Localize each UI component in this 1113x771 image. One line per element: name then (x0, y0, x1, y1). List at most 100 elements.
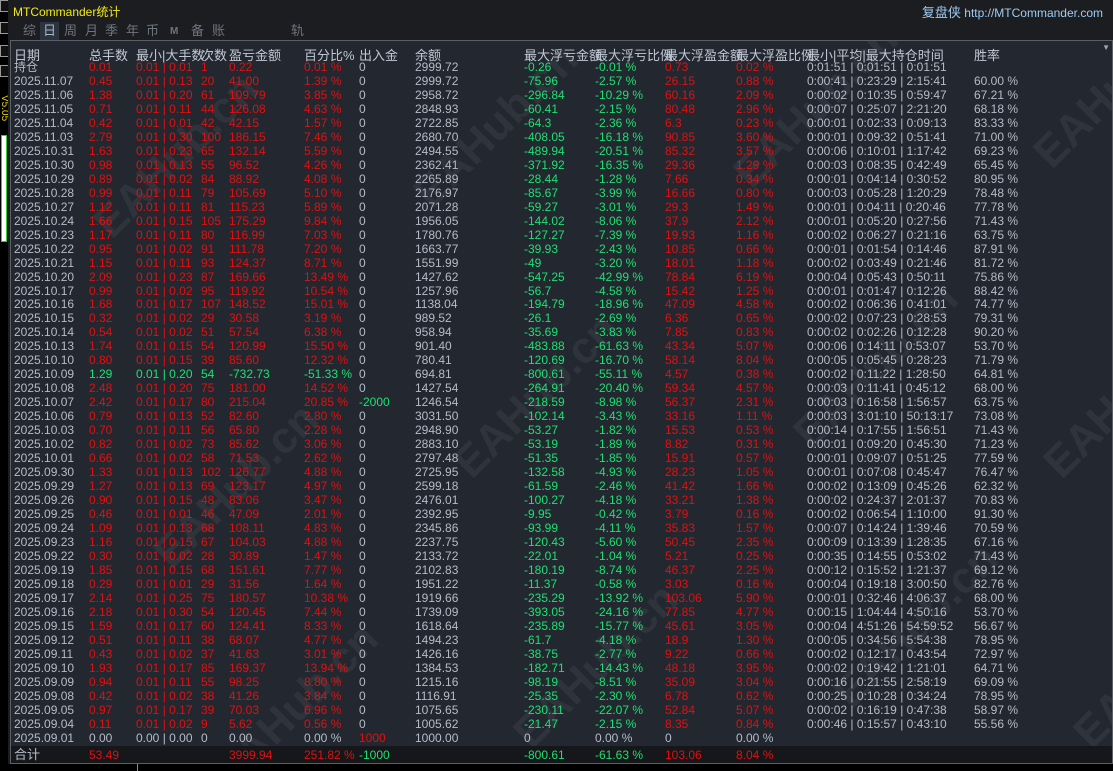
column-header[interactable]: 最大浮亏金额 (524, 45, 602, 63)
table-row[interactable]: 2025.09.17 2.14 0.01 | 0.25 75 180.57 10.38 %… (11, 591, 1112, 605)
column-header[interactable]: 盈亏金额 (229, 45, 281, 63)
table-row[interactable]: 2025.11.03 2.79 0.01 | 0.30 100 186.15 7.46 %… (11, 130, 1112, 144)
column-header[interactable]: 总手数 (89, 45, 128, 63)
cell-min-max-lots: 0.01 | 0.02 (136, 311, 193, 326)
column-header[interactable]: 百分比% (304, 45, 355, 63)
table-row[interactable]: 2025.10.20 2.09 0.01 | 0.23 87 169.66 13.49 %… (11, 270, 1112, 284)
table-row[interactable]: 2025.10.28 0.99 0.01 | 0.11 79 105.69 5.10 % 0… (11, 186, 1112, 200)
table-row[interactable]: 2025.09.01 0.00 0.00 | 0.00 0 0.00 0.00 % 1000… (11, 731, 1112, 745)
table-row[interactable]: 2025.10.30 0.98 0.01 | 0.13 55 96.52 4.26 % 0 2… (11, 158, 1112, 172)
cell-trades: 42 (201, 115, 215, 130)
table-row[interactable]: 2025.10.03 0.70 0.01 | 0.11 56 65.80 2.28 % 0 2… (11, 423, 1112, 437)
table-row[interactable]: 2025.10.07 2.42 0.01 | 0.17 80 215.04 20.85 %… (11, 395, 1112, 409)
tab-1[interactable]: 日 (40, 22, 60, 40)
tab-2[interactable]: 周 (61, 22, 80, 40)
table-row[interactable]: 2025.10.27 1.12 0.01 | 0.11 81 115.23 5.89 % 0… (11, 200, 1112, 214)
table-row[interactable]: 2025.10.02 0.82 0.01 | 0.02 73 85.62 3.06 % 0 2… (11, 437, 1112, 451)
brand-url[interactable]: http://MTCommander.com (964, 6, 1103, 20)
table-row[interactable]: 2025.10.09 1.29 0.01 | 0.20 54 -732.73 -51.33… (11, 367, 1112, 381)
tab-7[interactable]: M (167, 23, 181, 41)
cell-pnl-pct: 5.10 % (304, 185, 342, 200)
cell-max-float-loss-pct: -3.83 % (595, 325, 637, 340)
cell-max-float-profit: 9.22 (665, 646, 689, 661)
table-row[interactable]: 2025.11.04 0.42 0.01 | 0.01 42 42.15 1.57 % 0 2… (11, 116, 1112, 130)
tab-6[interactable]: 币 (143, 22, 162, 40)
tab-4[interactable]: 季 (102, 22, 121, 40)
cell-pnl: 175.29 (229, 213, 266, 228)
table-row[interactable]: 2025.09.08 0.42 0.01 | 0.02 38 41.26 3.84 % 0 1… (11, 689, 1112, 703)
cell-win-rate: 53.70 % (974, 339, 1019, 354)
table-row[interactable]: 2025.09.23 1.16 0.01 | 0.15 67 104.03 4.88 % 0… (11, 535, 1112, 549)
cell-hold-time: 0:00:01 | 0:07:08 | 0:45:47 (807, 465, 947, 480)
table-row[interactable]: 2025.10.06 0.79 0.01 | 0.13 52 82.60 2.80 % 0 3… (11, 409, 1112, 423)
table-row[interactable]: 2025.09.29 1.27 0.01 | 0.13 69 123.17 4.97 % 0… (11, 479, 1112, 493)
tab-5[interactable]: 年 (123, 22, 142, 40)
table-row[interactable]: 2025.09.10 1.93 0.01 | 0.17 85 169.37 13.94 %… (11, 661, 1112, 675)
cell-trades: 37 (201, 646, 215, 661)
table-row[interactable]: 2025.09.16 2.18 0.01 | 0.30 54 120.45 7.44 % 0… (11, 605, 1112, 619)
cell-win-rate: 55.56 % (974, 716, 1019, 731)
table-row[interactable]: 2025.10.23 1.17 0.01 | 0.11 80 116.99 7.03 % 0… (11, 228, 1112, 242)
cell-max-float-loss-pct: -2.77 % (595, 646, 637, 661)
table-row[interactable]: 2025.09.09 0.94 0.01 | 0.11 55 98.25 8.80 % 0 1… (11, 675, 1112, 689)
column-header[interactable]: 最大浮盈金额 (665, 45, 743, 63)
scroll-down-icon[interactable]: ▼ (1102, 43, 1110, 52)
column-header[interactable]: 出入金 (359, 45, 398, 63)
table-row[interactable]: 2025.10.15 0.32 0.01 | 0.02 29 30.58 3.19 % 0 9… (11, 311, 1112, 325)
cell-max-float-profit-pct: 1.38 % (736, 493, 774, 508)
cell-balance: 2680.70 (415, 129, 459, 144)
table-row[interactable]: 2025.09.22 0.30 0.01 | 0.02 28 30.89 1.47 % 0 2… (11, 549, 1112, 563)
table-row[interactable]: 2025.09.05 0.97 0.01 | 0.17 39 70.03 6.96 % 0 1… (11, 703, 1112, 717)
table-row[interactable]: 2025.10.31 1.63 0.01 | 0.23 65 132.14 5.59 % 0… (11, 144, 1112, 158)
table-row[interactable]: 2025.10.13 1.74 0.01 | 0.15 54 120.99 15.50 %… (11, 339, 1112, 353)
table-row[interactable]: 2025.10.22 0.95 0.01 | 0.02 91 111.78 7.20 % 0… (11, 242, 1112, 256)
column-header[interactable]: 最小|大手数 (136, 45, 204, 63)
table-row[interactable]: 2025.10.29 0.89 0.01 | 0.02 84 88.92 4.08 % 0 2… (11, 172, 1112, 186)
table-row[interactable]: 2025.09.24 1.09 0.01 | 0.13 68 108.11 4.83 % 0… (11, 521, 1112, 535)
tab-3[interactable]: 月 (82, 22, 101, 40)
table-row[interactable]: 2025.11.07 0.45 0.01 | 0.13 20 41.00 1.39 % 0 2… (11, 74, 1112, 88)
cell-min-max-lots: 0.01 | 0.02 (136, 437, 193, 452)
brand-link[interactable]: 复盘侠 http://MTCommander.com (922, 2, 1103, 21)
column-header[interactable]: 次数 (201, 45, 227, 63)
table-row[interactable]: 2025.10.16 1.68 0.01 | 0.17 107 148.52 15.01 … (11, 297, 1112, 311)
brand-name: 复盘侠 (921, 5, 961, 20)
column-header[interactable]: 最大浮亏比例 (595, 45, 673, 63)
cell-max-float-loss-pct: -8.51 % (595, 674, 637, 689)
table-row[interactable]: 持仓 0.01 0.01 | 0.01 1 0.22 0.01 % 0 2999.72 -0.2… (11, 60, 1112, 74)
table-row[interactable]: 2025.09.30 1.33 0.01 | 0.13 102 126.77 4.88 %… (11, 465, 1112, 479)
table-row[interactable]: 2025.09.11 0.43 0.01 | 0.02 37 41.63 3.01 % 0 1… (11, 647, 1112, 661)
table-row[interactable]: 2025.11.06 1.38 0.01 | 0.20 61 109.79 3.85 % 0… (11, 88, 1112, 102)
table-row[interactable]: 2025.09.15 1.59 0.01 | 0.17 60 124.41 8.33 % 0… (11, 619, 1112, 633)
table-row[interactable]: 2025.10.17 0.99 0.01 | 0.02 95 119.92 10.54 %… (11, 284, 1112, 298)
table-row[interactable]: 2025.09.19 1.85 0.01 | 0.15 68 151.61 7.77 % 0… (11, 563, 1112, 577)
cell-max-float-loss-pct: -20.51 % (595, 143, 644, 158)
table-row[interactable]: 2025.10.10 0.80 0.01 | 0.15 39 85.60 12.32 % 0… (11, 353, 1112, 367)
tab-0[interactable]: 综 (20, 22, 39, 40)
table-row[interactable]: 2025.10.21 1.15 0.01 | 0.11 93 124.37 8.71 % 0… (11, 256, 1112, 270)
cell-pnl-pct: 2.62 % (304, 451, 342, 466)
column-header[interactable]: 最大浮盈比例 (736, 45, 814, 63)
cell-max-float-loss-pct: -2.43 % (595, 241, 637, 256)
cell-hold-time: 0:00:01 | 0:32:46 | 4:06:37 (807, 590, 947, 605)
table-row[interactable]: 2025.09.26 0.90 0.01 | 0.15 48 83.06 3.47 % 0 2… (11, 493, 1112, 507)
cell-pnl-pct: 9.84 % (304, 213, 342, 228)
table-row[interactable]: 2025.10.14 0.54 0.01 | 0.02 51 57.54 6.38 % 0 9… (11, 325, 1112, 339)
column-header[interactable]: 日期 (14, 45, 40, 63)
table-row[interactable]: 2025.10.24 1.66 0.01 | 0.15 105 175.29 9.84 %… (11, 214, 1112, 228)
table-row[interactable]: 2025.09.25 0.46 0.01 | 0.01 46 47.09 2.01 % 0 2… (11, 507, 1112, 521)
cell-max-float-loss: -51.35 (524, 451, 559, 466)
tab-8[interactable]: 备 (188, 22, 207, 40)
table-row[interactable]: 2025.10.01 0.66 0.01 | 0.02 58 71.53 2.62 % 0 2… (11, 451, 1112, 465)
table-row[interactable]: 2025.10.08 2.48 0.01 | 0.20 75 181.00 14.52 %… (11, 381, 1112, 395)
table-row[interactable]: 2025.09.12 0.51 0.01 | 0.11 38 68.07 4.77 % 0 1… (11, 633, 1112, 647)
table-row[interactable]: 2025.09.18 0.29 0.01 | 0.01 29 31.56 1.64 % 0 1… (11, 577, 1112, 591)
cell-date: 2025.10.09 (14, 367, 75, 382)
table-row[interactable]: 2025.09.04 0.11 0.01 | 0.02 9 5.62 0.56 % 0 100… (11, 717, 1112, 731)
cell-deposit: 0 (359, 562, 366, 577)
column-header[interactable]: 胜率 (974, 45, 1000, 63)
column-header[interactable]: 余额 (415, 45, 441, 63)
cell-lots: 1.93 (89, 660, 113, 675)
column-header[interactable]: 最小|平均|最大持仓时间 (807, 45, 944, 63)
table-row[interactable]: 2025.11.05 0.71 0.01 | 0.11 44 126.08 4.63 % 0… (11, 102, 1112, 116)
